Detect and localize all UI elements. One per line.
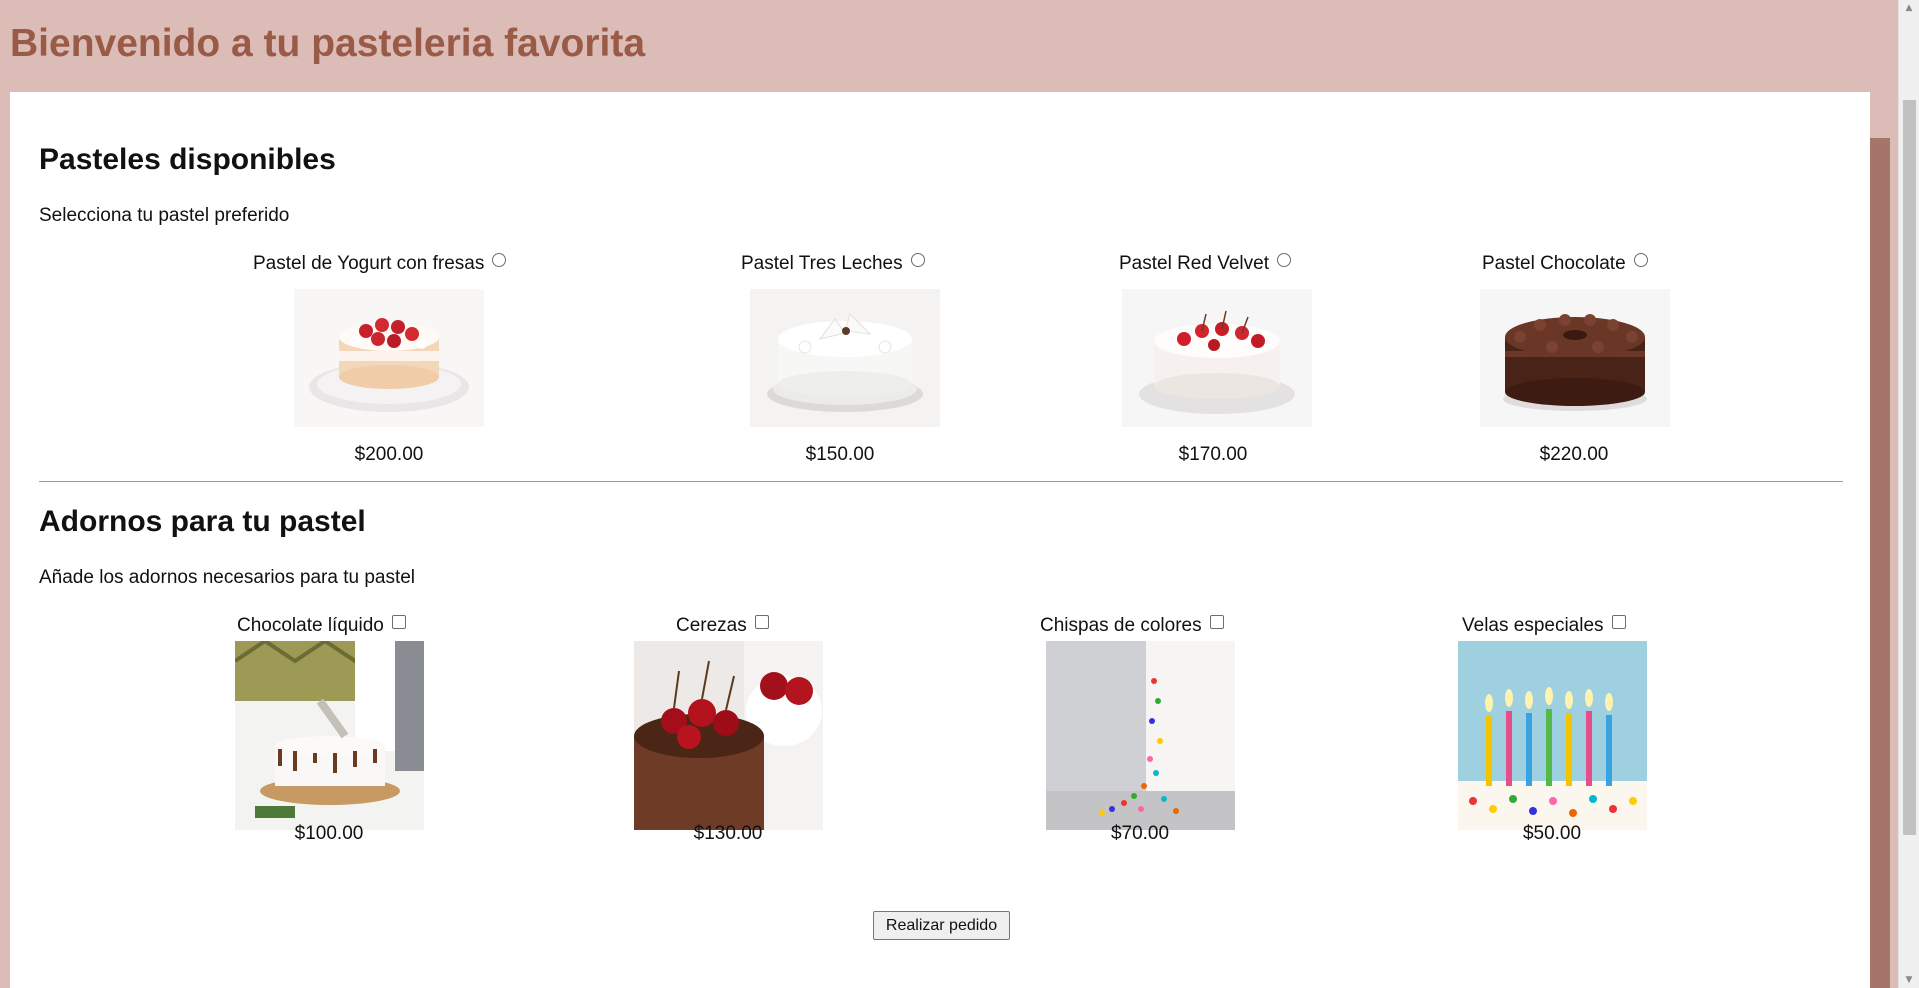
topping-price: $70.00 <box>1110 823 1170 844</box>
topping-label: Cerezas <box>676 615 747 636</box>
topping-image-chocolate <box>235 641 424 830</box>
cake-price: $200.00 <box>354 444 424 465</box>
topping-option-chocolate[interactable]: Chocolate líquido <box>237 615 406 637</box>
topping-label: Chocolate líquido <box>237 615 384 636</box>
cake-option-chocolate[interactable]: Pastel Chocolate <box>1482 253 1648 275</box>
page-title: Bienvenido a tu pasteleria favorita <box>10 22 646 65</box>
topping-checkbox[interactable] <box>1209 615 1224 629</box>
toppings-subtitle: Añade los adornos necesarios para tu pas… <box>39 567 416 588</box>
section-divider <box>39 481 1843 482</box>
toppings-heading: Adornos para tu pastel <box>39 505 366 538</box>
cake-label: Pastel Red Velvet <box>1119 253 1269 274</box>
topping-image-candles <box>1458 641 1647 830</box>
topping-price: $50.00 <box>1522 823 1582 844</box>
decorative-band <box>1870 138 1890 988</box>
scroll-down-arrow-icon[interactable]: ▼ <box>1899 972 1919 988</box>
topping-checkbox[interactable] <box>391 615 406 629</box>
topping-label: Velas especiales <box>1462 615 1604 636</box>
topping-option-sprinkles[interactable]: Chispas de colores <box>1040 615 1224 637</box>
cake-price: $220.00 <box>1539 444 1609 465</box>
cake-label: Pastel Tres Leches <box>741 253 903 274</box>
topping-price: $100.00 <box>294 823 364 844</box>
cake-label: Pastel Chocolate <box>1482 253 1626 274</box>
cake-image-tres-leches <box>750 289 940 427</box>
main-content-card: Pasteles disponibles Selecciona tu paste… <box>10 92 1870 988</box>
scroll-thumb[interactable] <box>1903 100 1916 835</box>
cakes-heading: Pasteles disponibles <box>39 143 336 176</box>
topping-price: $130.00 <box>693 823 763 844</box>
cake-price: $170.00 <box>1178 444 1248 465</box>
cake-price: $150.00 <box>805 444 875 465</box>
topping-option-cherries[interactable]: Cerezas <box>676 615 769 637</box>
cake-option-yogurt[interactable]: Pastel de Yogurt con fresas <box>253 253 507 275</box>
topping-image-cherries <box>634 641 823 830</box>
cake-option-tres-leches[interactable]: Pastel Tres Leches <box>741 253 925 275</box>
topping-image-sprinkles <box>1046 641 1235 830</box>
topping-label: Chispas de colores <box>1040 615 1202 636</box>
cake-image-red-velvet <box>1122 289 1312 427</box>
cake-label: Pastel de Yogurt con fresas <box>253 253 485 274</box>
cake-image-chocolate <box>1480 289 1670 427</box>
cake-radio[interactable] <box>492 253 507 267</box>
scroll-up-arrow-icon[interactable]: ▲ <box>1899 0 1919 16</box>
vertical-scrollbar[interactable]: ▲ ▼ <box>1898 0 1919 988</box>
cake-radio[interactable] <box>1276 253 1291 267</box>
cake-radio[interactable] <box>910 253 925 267</box>
topping-checkbox[interactable] <box>1611 615 1626 629</box>
cake-radio[interactable] <box>1633 253 1648 267</box>
cakes-subtitle: Selecciona tu pastel preferido <box>39 205 290 226</box>
topping-option-candles[interactable]: Velas especiales <box>1462 615 1626 637</box>
cake-image-yogurt <box>294 289 484 427</box>
place-order-button[interactable]: Realizar pedido <box>873 911 1010 940</box>
cake-option-red-velvet[interactable]: Pastel Red Velvet <box>1119 253 1291 275</box>
topping-checkbox[interactable] <box>754 615 769 629</box>
